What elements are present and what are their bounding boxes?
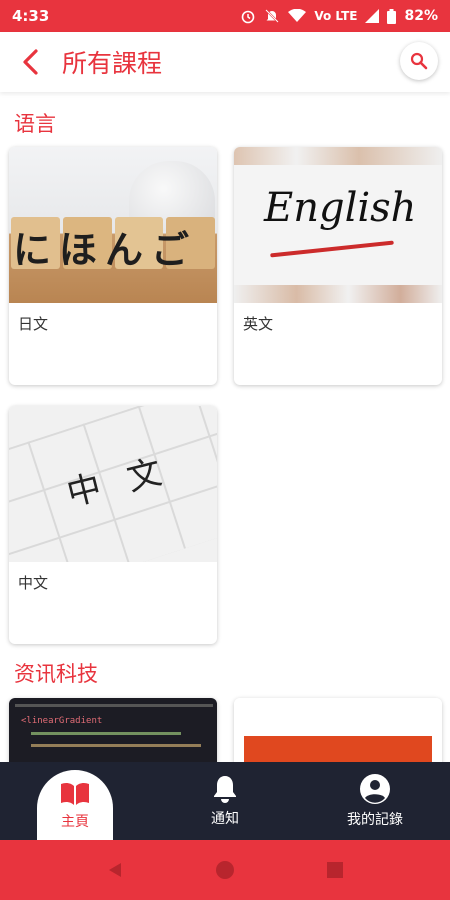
nav-label: 通知 [211,811,239,827]
status-time: 4:33 [12,7,50,25]
bell-icon [214,776,236,803]
signal-icon [365,9,380,23]
system-back-icon[interactable] [106,861,124,879]
course-label: 日文 [18,315,49,333]
course-card-chinese[interactable]: 中文 中文 [9,406,217,644]
course-card-english[interactable]: English 英文 [234,147,442,385]
course-card-it-2[interactable] [234,698,442,762]
mute-icon [265,9,280,23]
wifi-icon [288,9,307,22]
account-icon [360,774,390,804]
course-thumbnail: English [234,147,442,303]
english-image-text: English [264,185,417,231]
battery-icon [387,8,397,24]
book-icon [61,782,89,805]
course-card-it-code[interactable]: <linearGradient [9,698,217,762]
japanese-image-text: にほんご [13,228,198,272]
course-label: 英文 [243,315,274,333]
course-label: 中文 [18,574,49,592]
status-icons: Vo LTE 82% [240,8,438,24]
status-bar: 4:33 Vo LTE 82% [0,0,450,32]
nav-item-notifications[interactable]: 通知 [150,762,300,840]
course-thumbnail: <linearGradient [9,698,217,762]
battery-percent: 82% [404,8,438,24]
section-title-language: 语言 [14,112,56,136]
network-label: Vo LTE [314,9,358,23]
nav-label: 我的記錄 [347,812,403,828]
back-arrow-icon [23,49,38,75]
system-nav-bar [0,840,450,900]
bottom-nav: 主頁 通知 我的記錄 [0,762,450,840]
nav-label: 主頁 [61,814,89,830]
system-home-icon[interactable] [214,859,236,881]
course-list[interactable]: 语言 にほんご 日文 English 英文 中文 中文 资讯科技 <linear… [0,92,450,762]
course-thumbnail: にほんご [9,147,217,303]
alarm-icon [242,10,255,24]
course-thumbnail [234,698,442,762]
course-thumbnail: 中文 [9,406,217,562]
app-bar: 所有課程 [0,32,450,92]
page-title: 所有課程 [62,49,163,78]
course-card-japanese[interactable]: にほんご 日文 [9,147,217,385]
system-recents-icon[interactable] [326,861,344,879]
search-icon [410,52,428,70]
code-image-text: <linearGradient [21,716,103,726]
section-title-it: 资讯科技 [14,662,98,686]
nav-item-my-records[interactable]: 我的記錄 [300,762,450,840]
back-button[interactable] [0,32,60,92]
search-button[interactable] [400,42,438,80]
nav-item-home[interactable]: 主頁 [0,762,150,840]
